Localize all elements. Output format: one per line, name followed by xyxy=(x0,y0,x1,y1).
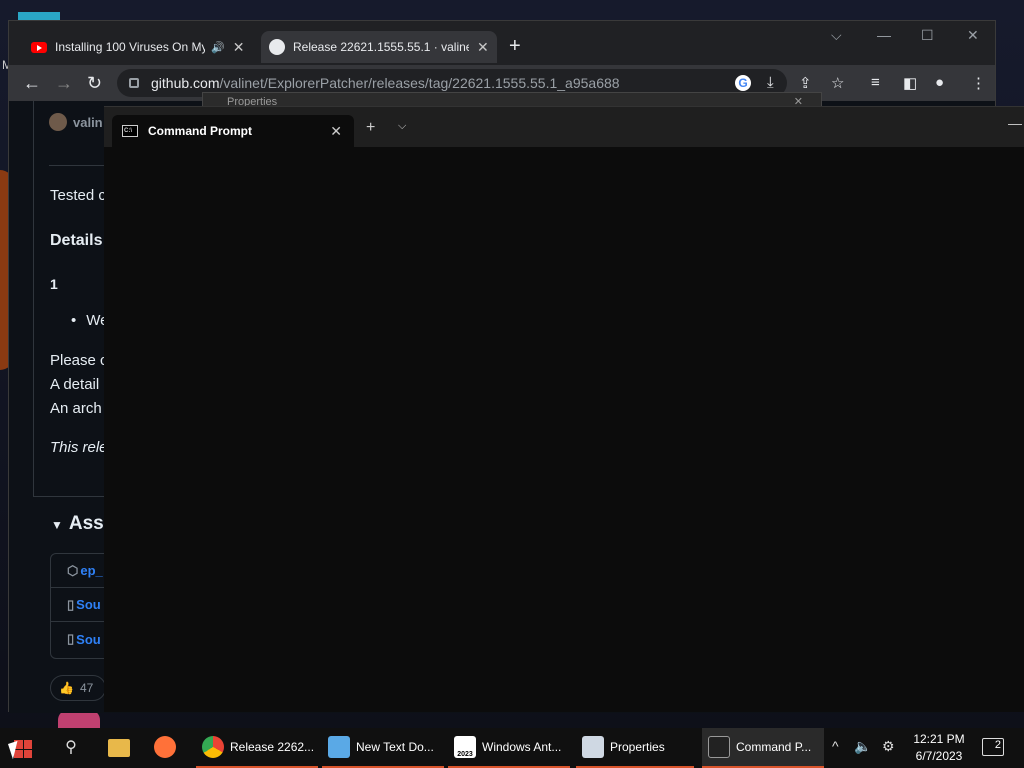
tab-github-release[interactable]: Release 22621.1555.55.1 · valinet/ ✕ xyxy=(261,31,497,63)
terminal-tab[interactable]: C:\ Command Prompt ✕ xyxy=(112,115,354,147)
zip-icon: ▯ xyxy=(67,596,75,612)
details-heading: Details xyxy=(50,232,103,249)
release-note: This rele xyxy=(50,439,108,456)
forward-arrow-icon[interactable]: → xyxy=(55,73,73,94)
firefox-icon[interactable] xyxy=(154,736,176,758)
command-prompt-icon: C:\ xyxy=(122,125,138,137)
taskbar-app-properties[interactable]: Properties xyxy=(576,728,694,768)
taskbar-app-windows-ant[interactable]: 2023 Windows Ant... xyxy=(448,728,570,768)
package-icon: ⬡ xyxy=(67,562,79,578)
properties-icon xyxy=(582,736,604,758)
notification-center-icon[interactable]: 2 xyxy=(982,738,1004,756)
desktop-wallpaper-accent xyxy=(58,710,100,730)
notification-count: 2 xyxy=(994,739,1001,751)
taskbar-app-chrome[interactable]: Release 2262... xyxy=(196,728,318,768)
app-2023-icon: 2023 xyxy=(454,736,476,758)
notepad-icon xyxy=(328,736,350,758)
bookmark-star-icon[interactable]: ☆ xyxy=(831,74,844,92)
taskbar-app-label: Properties xyxy=(610,740,665,754)
asset-name[interactable]: ep_ xyxy=(80,563,102,578)
menu-kebab-icon[interactable]: ⋮ xyxy=(971,74,986,92)
thumbs-up-icon: 👍 xyxy=(59,681,74,695)
taskbar-app-label: Release 2262... xyxy=(230,740,315,754)
terminal-icon xyxy=(708,736,730,758)
minimize-button[interactable]: — xyxy=(877,27,891,43)
speaker-icon[interactable]: 🔊 xyxy=(211,41,225,54)
maximize-button[interactable]: ☐ xyxy=(921,27,934,44)
taskbar-app-command-prompt[interactable]: Command P... xyxy=(702,728,824,768)
chevron-up-icon[interactable]: ^ xyxy=(832,738,839,754)
clock-date: 6/7/2023 xyxy=(915,749,963,763)
back-arrow-icon[interactable]: ← xyxy=(23,73,41,94)
google-lens-icon[interactable]: G xyxy=(735,75,751,91)
url-host: github.com xyxy=(151,75,220,91)
asset-name[interactable]: Sou xyxy=(76,632,101,647)
system-clock[interactable]: 12:21 PM 6/7/2023 xyxy=(908,731,970,765)
github-icon xyxy=(269,39,285,55)
section-number: 1 xyxy=(50,276,58,292)
youtube-icon xyxy=(31,39,47,55)
asset-name[interactable]: Sou xyxy=(76,597,101,612)
tab-close-icon[interactable]: ✕ xyxy=(233,39,245,56)
search-icon[interactable]: ⚲ xyxy=(60,736,82,758)
taskbar-app-label: New Text Do... xyxy=(356,740,434,754)
terminal-tab-title: Command Prompt xyxy=(148,124,253,138)
tab-strip: Installing 100 Viruses On My 🔊 ✕ Release… xyxy=(9,21,995,65)
close-icon[interactable]: ✕ xyxy=(330,123,342,140)
taskbar: ⚲ Release 2262... New Text Do... 2023 Wi… xyxy=(0,728,1024,768)
reload-icon[interactable]: ↻ xyxy=(87,73,102,94)
author-name: valin xyxy=(73,114,103,130)
lock-icon[interactable] xyxy=(129,78,139,88)
avatar xyxy=(49,113,67,131)
minimize-button[interactable]: — xyxy=(1008,115,1022,131)
terminal-window[interactable]: C:\ Command Prompt ✕ + ⌵ — xyxy=(104,106,1024,712)
download-icon[interactable]: ⤓ xyxy=(767,74,774,91)
tab-youtube[interactable]: Installing 100 Viruses On My 🔊 ✕ xyxy=(23,31,259,63)
list-item: We xyxy=(71,312,109,329)
tab-title: Installing 100 Viruses On My xyxy=(55,40,205,54)
release-text-please: Please c xyxy=(50,352,108,369)
tab-search-icon[interactable]: ⌵ xyxy=(831,27,842,44)
release-author[interactable]: valin xyxy=(49,113,103,131)
reaction-button[interactable]: 👍 47 xyxy=(50,675,106,701)
tab-close-icon[interactable]: ✕ xyxy=(477,39,489,56)
taskbar-app-label: Command P... xyxy=(736,740,812,754)
profile-icon[interactable]: ● xyxy=(935,74,944,91)
share-icon[interactable]: ⇪ xyxy=(799,74,812,92)
media-control-icon[interactable]: ≡ xyxy=(871,74,880,91)
release-text-detail: A detail xyxy=(50,376,100,393)
reaction-count: 47 xyxy=(79,681,94,695)
chrome-icon xyxy=(202,736,224,758)
taskbar-app-label: Windows Ant... xyxy=(482,740,562,754)
zip-icon: ▯ xyxy=(67,631,75,646)
release-tested-text: Tested c xyxy=(50,187,106,204)
triangle-down-icon: ▼ xyxy=(51,518,63,532)
new-tab-button[interactable]: + xyxy=(366,119,375,137)
tab-title: Release 22621.1555.55.1 · valinet/ xyxy=(293,40,469,54)
chevron-down-icon[interactable]: ⌵ xyxy=(398,120,406,133)
close-button[interactable]: ✕ xyxy=(967,27,979,44)
release-text-archive: An arch xyxy=(50,400,102,417)
clock-time: 12:21 PM xyxy=(913,732,965,746)
bullet-text: We xyxy=(71,312,109,329)
volume-icon[interactable]: 🔈 xyxy=(854,738,871,755)
gear-icon[interactable]: ⚙ xyxy=(882,738,895,755)
terminal-tab-bar: C:\ Command Prompt ✕ + ⌵ — xyxy=(104,107,1024,147)
taskbar-app-notepad[interactable]: New Text Do... xyxy=(322,728,444,768)
new-tab-button[interactable]: + xyxy=(509,35,521,58)
url-path: /valinet/ExplorerPatcher/releases/tag/22… xyxy=(219,75,620,91)
side-panel-icon[interactable]: ◧ xyxy=(903,74,917,92)
file-explorer-icon[interactable] xyxy=(108,739,130,757)
